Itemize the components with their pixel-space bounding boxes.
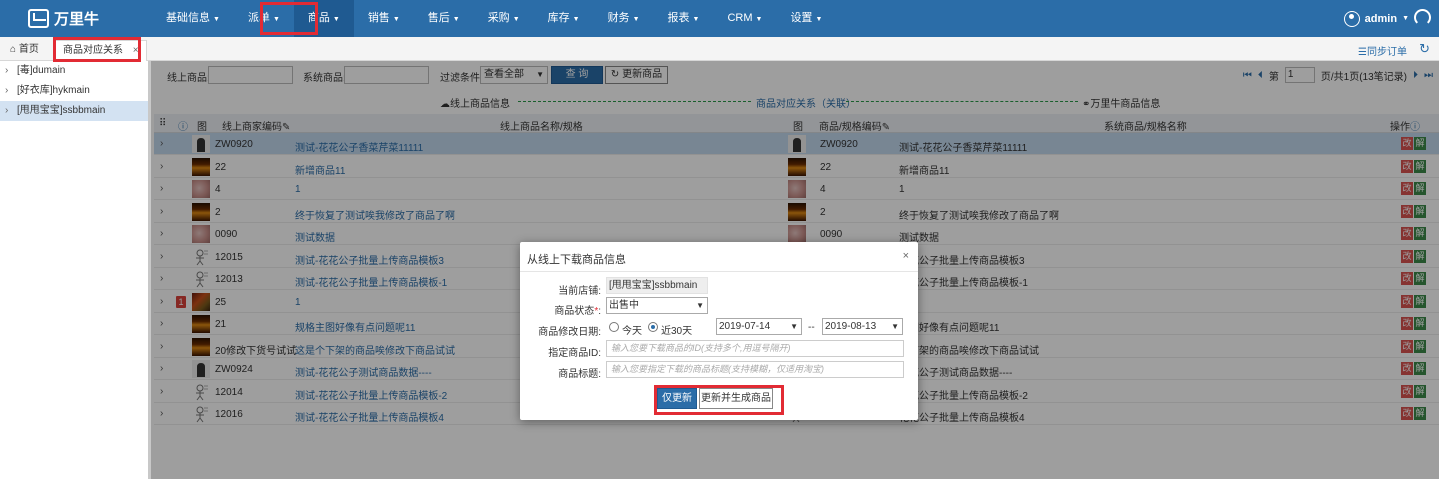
- date-from-value: 2019-07-14: [719, 321, 771, 332]
- radio-last30-label: 近30天: [661, 326, 693, 337]
- radio-last30[interactable]: [648, 322, 658, 332]
- chevron-down-icon: ▼: [692, 16, 700, 23]
- chevron-down-icon: ▼: [332, 16, 340, 23]
- tab-bar: ⌂ 首页 商品对应关系 × ☰同步订单 ↻: [0, 37, 1439, 61]
- nav-item-3[interactable]: 销售 ▼: [354, 0, 414, 37]
- nav-item-label: 财务: [607, 12, 630, 24]
- sync-orders-link[interactable]: ☰同步订单: [1358, 43, 1407, 58]
- nav-item-7[interactable]: 财务 ▼: [594, 0, 654, 37]
- nav-item-10[interactable]: 设置 ▼: [776, 0, 836, 37]
- goods-id-input[interactable]: 输入您要下载商品的ID(支持多个,用逗号隔开): [606, 340, 904, 357]
- store-tree-item[interactable]: › [毒]dumain: [0, 61, 148, 81]
- chevron-down-icon: ▼: [392, 16, 400, 23]
- goods-title-label: 商品标题:: [558, 369, 601, 380]
- update-only-button[interactable]: 仅更新: [657, 388, 697, 409]
- radio-today[interactable]: [609, 322, 619, 332]
- nav-item-label: 派单: [247, 12, 270, 24]
- tab-home[interactable]: ⌂ 首页: [3, 40, 46, 61]
- nav-item-9[interactable]: CRM ▼: [713, 0, 776, 37]
- chevron-down-icon: ▼: [755, 16, 763, 23]
- nav-item-label: 商品: [307, 12, 330, 24]
- chevron-down-icon: ▼: [790, 322, 798, 331]
- top-nav-bar: 万里牛 基础信息 ▼ 派单 ▼ 商品 ▼ 销售 ▼ 售后 ▼ 采购 ▼ 库存 ▼ 财务 ▼ 报表 ▼ CRM ▼ 设置 ▼…: [0, 0, 1439, 37]
- home-icon: ⌂: [10, 44, 17, 55]
- status-label: 商品状态*:: [554, 306, 601, 317]
- user-menu[interactable]: admin ▼: [1343, 0, 1409, 37]
- chevron-right-icon[interactable]: ›: [5, 61, 17, 81]
- nav-item-0[interactable]: 基础信息 ▼: [152, 0, 234, 37]
- tab-goods-relation-label: 商品对应关系: [63, 45, 123, 56]
- nav-item-6[interactable]: 库存 ▼: [534, 0, 594, 37]
- nav-item-label: 设置: [790, 12, 813, 24]
- nav-item-label: 基础信息: [166, 12, 210, 24]
- date-to-select[interactable]: 2019-08-13 ▼: [822, 318, 903, 335]
- status-select-value: 出售中: [609, 300, 639, 311]
- chevron-down-icon: ▼: [572, 16, 580, 23]
- chevron-down-icon: ▼: [891, 322, 899, 331]
- store-tree-label: [甩甩宝宝]ssbbmain: [17, 105, 106, 116]
- chevron-down-icon: ▼: [272, 16, 280, 23]
- chevron-down-icon: ▼: [1402, 15, 1409, 22]
- nav-item-label: 销售: [367, 12, 390, 24]
- store-tree: › [毒]dumain › [好衣库]hykmain › [甩甩宝宝]ssbbmain: [0, 61, 151, 479]
- logo-icon: [28, 9, 49, 28]
- refresh-icon[interactable]: ↻: [1419, 41, 1430, 57]
- chevron-down-icon: ▼: [452, 16, 460, 23]
- goods-title-input[interactable]: 输入您要指定下载的商品标题(支持模糊，仅适用淘宝): [606, 361, 904, 378]
- status-label-text: 商品状态: [554, 306, 595, 317]
- nav-item-label: 报表: [667, 12, 690, 24]
- nav-item-1[interactable]: 派单 ▼: [234, 0, 294, 37]
- status-select[interactable]: 出售中 ▼: [606, 297, 708, 314]
- chevron-right-icon[interactable]: ›: [5, 101, 17, 121]
- date-label: 商品修改日期:: [538, 327, 601, 338]
- download-goods-dialog: 从线上下载商品信息 × 当前店铺: [甩甩宝宝]ssbbmain 商品状态*: …: [520, 242, 918, 420]
- tab-goods-relation[interactable]: 商品对应关系 ×: [55, 40, 147, 61]
- tab-close-icon[interactable]: ×: [133, 45, 139, 56]
- store-label: 当前店铺:: [558, 286, 601, 297]
- user-name: admin: [1364, 12, 1398, 25]
- store-tree-label: [毒]dumain: [17, 65, 66, 76]
- chevron-down-icon: ▼: [815, 16, 823, 23]
- chevron-down-icon: ▼: [213, 16, 220, 23]
- store-tree-item[interactable]: › [甩甩宝宝]ssbbmain: [0, 101, 148, 121]
- update-generate-button[interactable]: 更新并生成商品: [699, 388, 773, 409]
- store-tree-item[interactable]: › [好衣库]hykmain: [0, 81, 148, 101]
- date-from-select[interactable]: 2019-07-14 ▼: [716, 318, 802, 335]
- nav-item-label: 采购: [487, 12, 510, 24]
- store-tree-label: [好衣库]hykmain: [17, 85, 90, 96]
- logo-text: 万里牛: [54, 11, 100, 28]
- chevron-down-icon: ▼: [632, 16, 640, 23]
- main-menu: 基础信息 ▼ 派单 ▼ 商品 ▼ 销售 ▼ 售后 ▼ 采购 ▼ 库存 ▼ 财务 ▼ 报表 ▼ CRM ▼ 设置 ▼: [152, 0, 836, 37]
- chevron-right-icon[interactable]: ›: [5, 81, 17, 101]
- nav-item-2[interactable]: 商品 ▼: [293, 0, 354, 37]
- app-logo[interactable]: 万里牛: [28, 8, 99, 29]
- date-to-value: 2019-08-13: [825, 321, 877, 332]
- store-value: [甩甩宝宝]ssbbmain: [606, 277, 708, 294]
- dialog-header: 从线上下载商品信息 ×: [520, 242, 918, 272]
- tab-home-label: 首页: [18, 44, 39, 55]
- nav-item-label: CRM: [727, 12, 753, 24]
- goods-id-label: 指定商品ID:: [548, 348, 601, 359]
- nav-item-4[interactable]: 售后 ▼: [414, 0, 474, 37]
- nav-item-label: 售后: [427, 12, 450, 24]
- user-avatar-icon: [1343, 10, 1360, 27]
- radio-today-label: 今天: [622, 326, 642, 337]
- dialog-close-icon[interactable]: ×: [903, 250, 909, 262]
- nav-item-5[interactable]: 采购 ▼: [474, 0, 534, 37]
- date-separator: --: [808, 322, 815, 333]
- dialog-title: 从线上下载商品信息: [527, 254, 626, 266]
- chevron-down-icon: ▼: [512, 16, 520, 23]
- customer-service-icon[interactable]: [1414, 9, 1431, 26]
- nav-item-8[interactable]: 报表 ▼: [654, 0, 714, 37]
- nav-item-label: 库存: [547, 12, 570, 24]
- chevron-down-icon: ▼: [696, 301, 704, 310]
